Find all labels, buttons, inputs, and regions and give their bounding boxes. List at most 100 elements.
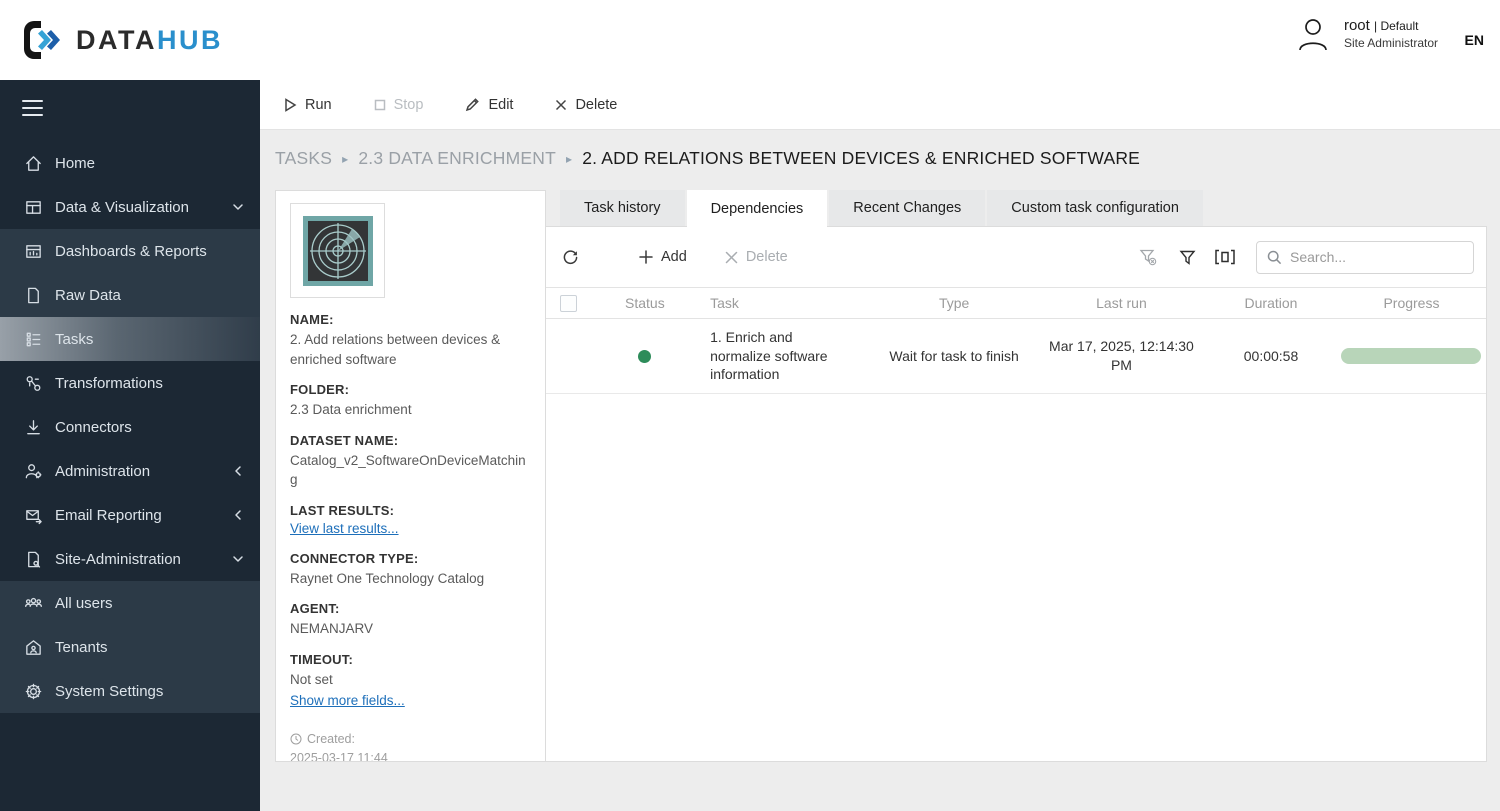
user-role: Site Administrator	[1343, 35, 1438, 50]
row-task-cell: 1. Enrich and normalize software informa…	[698, 318, 871, 394]
tab-task-history[interactable]: Task history	[560, 190, 685, 226]
sidebar-item-site-administration[interactable]: Site-Administration	[0, 537, 260, 581]
breadcrumb-folder[interactable]: 2.3 DATA ENRICHMENT	[358, 148, 556, 169]
refresh-icon	[563, 249, 578, 264]
data-visualization-icon	[24, 198, 43, 217]
breadcrumb-separator-icon: ▸	[565, 151, 573, 166]
column-header-duration[interactable]: Duration	[1205, 287, 1337, 319]
field-value-name: 2. Add relations between devices & enric…	[290, 332, 501, 367]
row-type-cell: Wait for task to finish	[870, 318, 1038, 394]
row-progress-cell	[1336, 318, 1486, 394]
administration-icon	[24, 462, 43, 481]
show-more-fields-link[interactable]: Show more fields...	[290, 693, 405, 708]
chevron-down-icon	[232, 552, 244, 564]
refresh-button[interactable]	[562, 249, 579, 266]
tab-custom-task-configuration[interactable]: Custom task configuration	[987, 190, 1203, 226]
sidebar-item-email-reporting[interactable]: Email Reporting	[0, 493, 260, 537]
column-header-last-run[interactable]: Last run	[1037, 287, 1206, 319]
stop-button[interactable]: Stop	[374, 97, 423, 113]
breadcrumb-tasks[interactable]: TASKS	[275, 148, 332, 169]
task-icon-card	[290, 203, 385, 298]
column-header-progress[interactable]: Progress	[1336, 287, 1486, 319]
system-settings-icon	[24, 682, 43, 701]
sidebar-item-tenants[interactable]: Tenants	[0, 625, 260, 669]
user-avatar-icon	[1299, 19, 1327, 51]
field-label-dataset: DATASET NAME:	[290, 432, 399, 448]
tab-recent-changes[interactable]: Recent Changes	[829, 190, 986, 226]
sidebar-group-site-admin: All users Tenants System Settings	[0, 581, 260, 713]
field-label-timeout: TIMEOUT:	[290, 651, 353, 667]
breadcrumb: TASKS ▸ 2.3 DATA ENRICHMENT ▸ 2. ADD REL…	[275, 148, 1140, 169]
filter-button[interactable]	[1170, 242, 1204, 272]
home-icon	[24, 154, 43, 173]
chevron-down-icon	[232, 200, 244, 212]
sidebar-item-all-users[interactable]: All users	[0, 581, 260, 625]
plus-icon	[639, 250, 653, 264]
sidebar-group-data: Dashboards & Reports Raw Data	[0, 229, 260, 317]
column-header-status[interactable]: Status	[591, 287, 699, 319]
field-label-connector-type: CONNECTOR TYPE:	[290, 550, 419, 566]
filter-icon	[1179, 250, 1195, 265]
tenants-icon	[24, 638, 43, 657]
raw-data-icon	[24, 286, 43, 305]
field-label-name: NAME:	[290, 312, 334, 327]
connectors-icon	[24, 418, 43, 437]
column-chooser-button[interactable]	[1208, 242, 1242, 272]
hamburger-menu-icon[interactable]	[0, 80, 260, 141]
sidebar-item-raw-data[interactable]: Raw Data	[0, 273, 260, 317]
sidebar-item-administration[interactable]: Administration	[0, 449, 260, 493]
field-label-last-results: LAST RESULTS:	[290, 502, 395, 518]
edit-button[interactable]: Edit	[465, 97, 513, 113]
sidebar-item-dashboards-reports[interactable]: Dashboards & Reports	[0, 229, 260, 273]
dependencies-table: Status Task Type Last run Duration Progr…	[546, 287, 1486, 394]
datahub-logo-icon	[24, 21, 60, 59]
tasks-icon	[24, 330, 43, 349]
column-header-task[interactable]: Task	[698, 287, 871, 319]
dependencies-panel: Add Delete Search... Status Task Type La…	[546, 226, 1487, 762]
run-button[interactable]: Run	[284, 97, 332, 113]
sidebar-item-tasks[interactable]: Tasks	[0, 317, 260, 361]
logo-wordmark: DATAHUB	[76, 24, 223, 55]
user-menu[interactable]: root | Default Site Administrator	[1296, 16, 1438, 52]
add-button[interactable]: Add	[639, 249, 687, 265]
row-duration-cell: 00:00:58	[1205, 318, 1337, 394]
task-action-toolbar: Run Stop Edit Delete	[260, 80, 1500, 130]
clear-filter-button[interactable]	[1132, 242, 1166, 272]
field-value-folder: 2.3 Data enrichment	[290, 402, 412, 418]
view-last-results-link[interactable]: View last results...	[290, 521, 399, 536]
sidebar-item-data-visualization[interactable]: Data & Visualization	[0, 185, 260, 229]
search-box[interactable]	[1256, 240, 1474, 274]
sidebar-item-home[interactable]: Home	[0, 141, 260, 185]
sidebar: Home Data & Visualization Dashboards & R…	[0, 80, 260, 811]
sidebar-item-connectors[interactable]: Connectors	[0, 405, 260, 449]
language-selector[interactable]: EN	[1465, 32, 1484, 48]
progress-bar	[1341, 348, 1482, 364]
detail-tabs: Task history Dependencies Recent Changes…	[560, 190, 1205, 227]
datahub-logo[interactable]: DATAHUB	[20, 17, 223, 63]
field-value-agent: NEMANJARV	[290, 621, 374, 637]
field-value-connector-type: Raynet One Technology Catalog	[290, 570, 485, 586]
delete-button[interactable]: Delete	[555, 97, 617, 113]
edit-pencil-icon	[466, 98, 480, 112]
select-all-checkbox[interactable]	[560, 294, 578, 312]
breadcrumb-separator-icon: ▸	[342, 151, 349, 166]
grid-toolbar: Add Delete	[546, 227, 1486, 287]
app-header: DATAHUB root | Default Site Administrato…	[0, 0, 1500, 80]
search-input[interactable]	[1290, 249, 1460, 265]
chevron-left-icon	[232, 508, 244, 520]
site-administration-icon	[24, 550, 43, 569]
close-icon	[725, 251, 738, 263]
sidebar-item-system-settings[interactable]: System Settings	[0, 669, 260, 713]
task-details-panel: NAME: 2. Add relations between devices &…	[275, 190, 546, 762]
table-row[interactable]: 1. Enrich and normalize software informa…	[546, 318, 1486, 394]
email-reporting-icon	[24, 506, 43, 525]
sidebar-item-transformations[interactable]: Transformations	[0, 361, 260, 405]
delete-row-button[interactable]: Delete	[725, 249, 788, 265]
breadcrumb-current: 2. ADD RELATIONS BETWEEN DEVICES & ENRIC…	[582, 148, 1141, 168]
column-chooser-icon	[1215, 249, 1235, 265]
field-label-agent: AGENT:	[290, 601, 340, 617]
user-name: root | Default	[1343, 17, 1419, 35]
created-date: 2025-03-17 11:44	[290, 750, 388, 762]
column-header-type[interactable]: Type	[870, 287, 1038, 319]
tab-dependencies[interactable]: Dependencies	[686, 190, 828, 227]
